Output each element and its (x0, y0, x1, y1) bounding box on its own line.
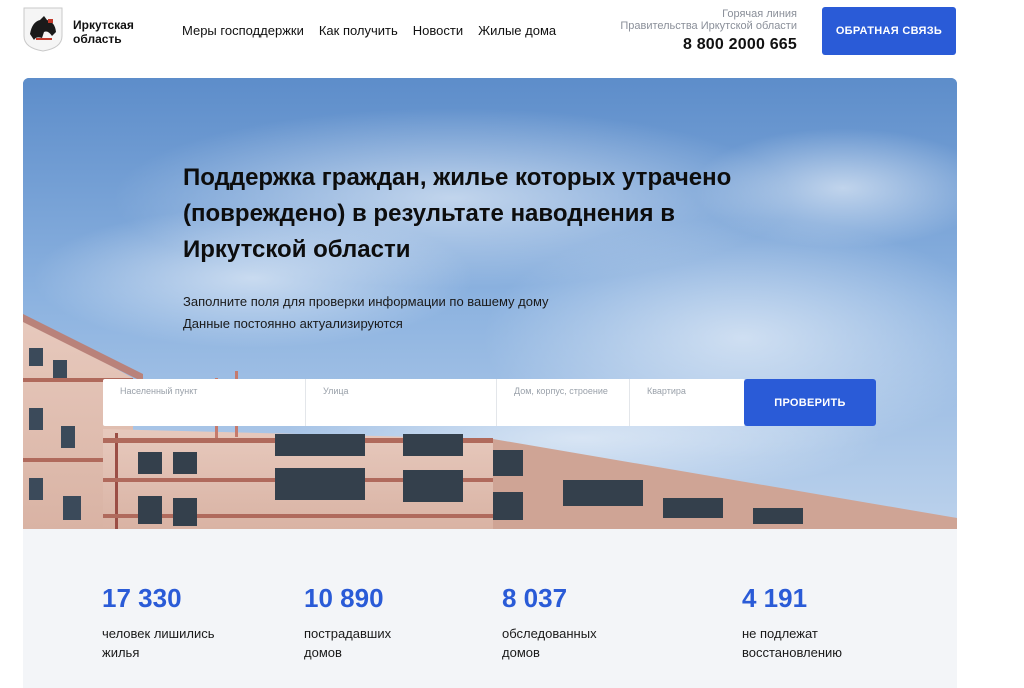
hero-banner: Поддержка граждан, жилье которых утрачен… (23, 78, 957, 529)
stat-item: 8 037 обследованных домов (502, 584, 622, 662)
street-placeholder: Улица (323, 386, 349, 396)
hero-subtitle: Заполните поля для проверки информации п… (183, 294, 549, 309)
address-search-form: Населенный пункт Улица Дом, корпус, стро… (103, 379, 745, 426)
logo-text[interactable]: Иркутская область (73, 18, 153, 46)
nav-item-houses[interactable]: Жилые дома (478, 23, 556, 38)
hotline-block: Горячая линия Правительства Иркутской об… (620, 8, 797, 54)
apartment-input[interactable]: Квартира (630, 379, 745, 426)
stat-value: 4 191 (742, 583, 808, 613)
stat-item: 10 890 пострадавших домов (304, 584, 414, 662)
hero-subtitle-note: Данные постоянно актуализируются (183, 316, 403, 331)
stat-label: обследованных домов (502, 626, 597, 660)
nav-item-news[interactable]: Новости (413, 23, 463, 38)
hotline-label: Горячая линия (722, 8, 797, 20)
stat-label: человек лишились жилья (102, 626, 215, 660)
hotline-phone[interactable]: 8 800 2000 665 (620, 36, 797, 54)
house-placeholder: Дом, корпус, строение (514, 386, 608, 396)
locality-input[interactable]: Населенный пункт (103, 379, 306, 426)
stat-value: 17 330 (102, 583, 182, 613)
hero-title: Поддержка граждан, жилье которых утрачен… (183, 164, 732, 263)
nav-item-how-to-get[interactable]: Как получить (319, 23, 398, 38)
locality-placeholder: Населенный пункт (120, 386, 198, 396)
statistics-section: 17 330 человек лишились жилья 10 890 пос… (23, 529, 957, 688)
apartment-placeholder: Квартира (647, 386, 686, 396)
site-header: Иркутская область Меры господдержки Как … (0, 0, 1024, 72)
hotline-organization: Правительства Иркутской области (620, 20, 797, 32)
stat-value: 10 890 (304, 583, 384, 613)
house-input[interactable]: Дом, корпус, строение (497, 379, 630, 426)
nav-item-support-measures[interactable]: Меры господдержки (182, 23, 304, 38)
feedback-button[interactable]: ОБРАТНАЯ СВЯЗЬ (822, 7, 956, 55)
street-input[interactable]: Улица (306, 379, 497, 426)
stat-item: 17 330 человек лишились жилья (102, 584, 242, 662)
check-button[interactable]: ПРОВЕРИТЬ (744, 379, 876, 426)
coat-of-arms-icon[interactable] (22, 6, 64, 52)
main-nav: Меры господдержки Как получить Новости Ж… (182, 23, 556, 38)
stat-label: не подлежат восстановлению (742, 626, 843, 660)
stat-value: 8 037 (502, 583, 568, 613)
stat-label: пострадавших домов (304, 626, 392, 660)
stat-item: 4 191 не подлежат восстановлению (742, 584, 862, 662)
